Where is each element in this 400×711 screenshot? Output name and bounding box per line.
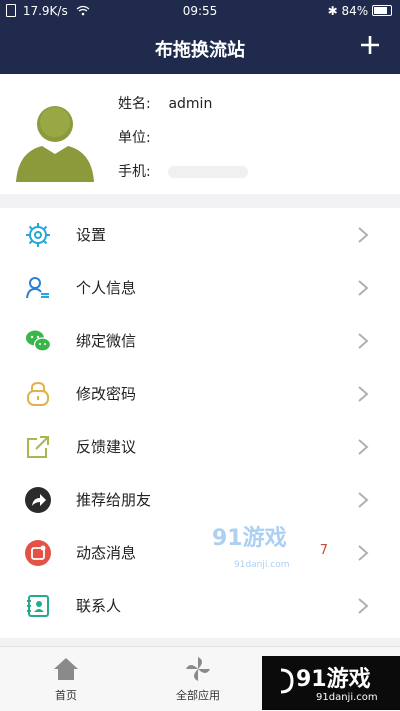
profile-unit-row: 单位: [118, 130, 151, 146]
status-bar: 17.9K/s 09:55 ✱ 84% [0, 0, 400, 22]
plus-icon [361, 36, 379, 54]
tab-home-label: 首页 [55, 689, 77, 702]
chevron-right-icon [358, 227, 369, 243]
notification-count: 7 [319, 543, 328, 558]
menu-item-contacts[interactable]: 联系人 [0, 579, 400, 632]
battery-percent: 84% [341, 4, 369, 18]
menu-item-label: 个人信息 [76, 279, 137, 297]
watermark-mark-icon [280, 668, 294, 694]
menu-item-profile-info[interactable]: 个人信息 [0, 261, 400, 314]
page-title: 布拖换流站 [155, 40, 245, 61]
profile-name-value: admin [168, 96, 213, 112]
chevron-right-icon [358, 333, 369, 349]
menu-item-recommend[interactable]: 推荐给朋友 [0, 473, 400, 526]
header-bar: 布拖换流站 [0, 22, 400, 74]
bluetooth-icon: ✱ [327, 4, 338, 18]
apps-icon [186, 657, 210, 681]
add-button[interactable] [356, 28, 384, 62]
chevron-right-icon [358, 280, 369, 296]
profile-info: 姓名: admin 单位: 手机: [118, 94, 249, 196]
user-avatar-icon [16, 106, 94, 182]
gear-icon [26, 223, 50, 247]
contacts-icon [27, 595, 49, 617]
chevron-right-icon [358, 386, 369, 402]
menu-item-bind-wechat[interactable]: 绑定微信 [0, 314, 400, 367]
watermark-logo: 91游戏 91danji.com [212, 520, 308, 570]
menu-item-label: 修改密码 [76, 385, 137, 403]
chevron-right-icon [358, 598, 369, 614]
menu-item-change-password[interactable]: 修改密码 [0, 367, 400, 420]
menu-item-label: 绑定微信 [76, 332, 137, 350]
chevron-right-icon [358, 492, 369, 508]
tab-all-apps[interactable]: 全部应用 [148, 655, 248, 707]
profile-name-row: 姓名: admin [118, 96, 213, 112]
profile-phone-row: 手机: [118, 162, 249, 196]
watermark-banner: 91游戏 91danji.com [262, 656, 400, 710]
tab-home[interactable]: 首页 [16, 655, 116, 707]
share-arrow-icon [25, 487, 51, 513]
battery-icon [372, 5, 392, 16]
tab-all-apps-label: 全部应用 [176, 689, 220, 702]
menu-item-feedback[interactable]: 反馈建议 [0, 420, 400, 473]
menu-item-label: 动态消息 [76, 544, 137, 562]
watermark-brand: 91游戏 [212, 526, 287, 551]
chevron-right-icon [358, 545, 369, 561]
menu-item-label: 联系人 [76, 597, 122, 615]
home-icon [54, 658, 78, 680]
profile-phone-value [168, 166, 249, 178]
wechat-icon [26, 330, 52, 352]
profile-card: 姓名: admin 单位: 手机: [0, 74, 400, 194]
notification-icon [25, 540, 51, 566]
watermark-banner-brand: 91游戏 [296, 667, 371, 692]
watermark-banner-domain: 91danji.com [316, 692, 378, 703]
menu-item-label: 设置 [76, 226, 107, 244]
menu-item-notifications[interactable]: 动态消息 7 [0, 526, 400, 579]
menu-item-settings[interactable]: 设置 [0, 208, 400, 261]
menu-list: 设置 个人信息 绑定微信 修改密码 反馈建议 推荐给朋友 动态消息 7 联系人 [0, 208, 400, 638]
chevron-right-icon [358, 439, 369, 455]
share-square-icon [27, 436, 49, 458]
lock-icon [27, 381, 49, 406]
person-info-icon [26, 277, 49, 299]
menu-item-label: 推荐给朋友 [76, 491, 152, 509]
watermark-domain: 91danji.com [234, 560, 290, 570]
menu-item-label: 反馈建议 [76, 438, 137, 456]
